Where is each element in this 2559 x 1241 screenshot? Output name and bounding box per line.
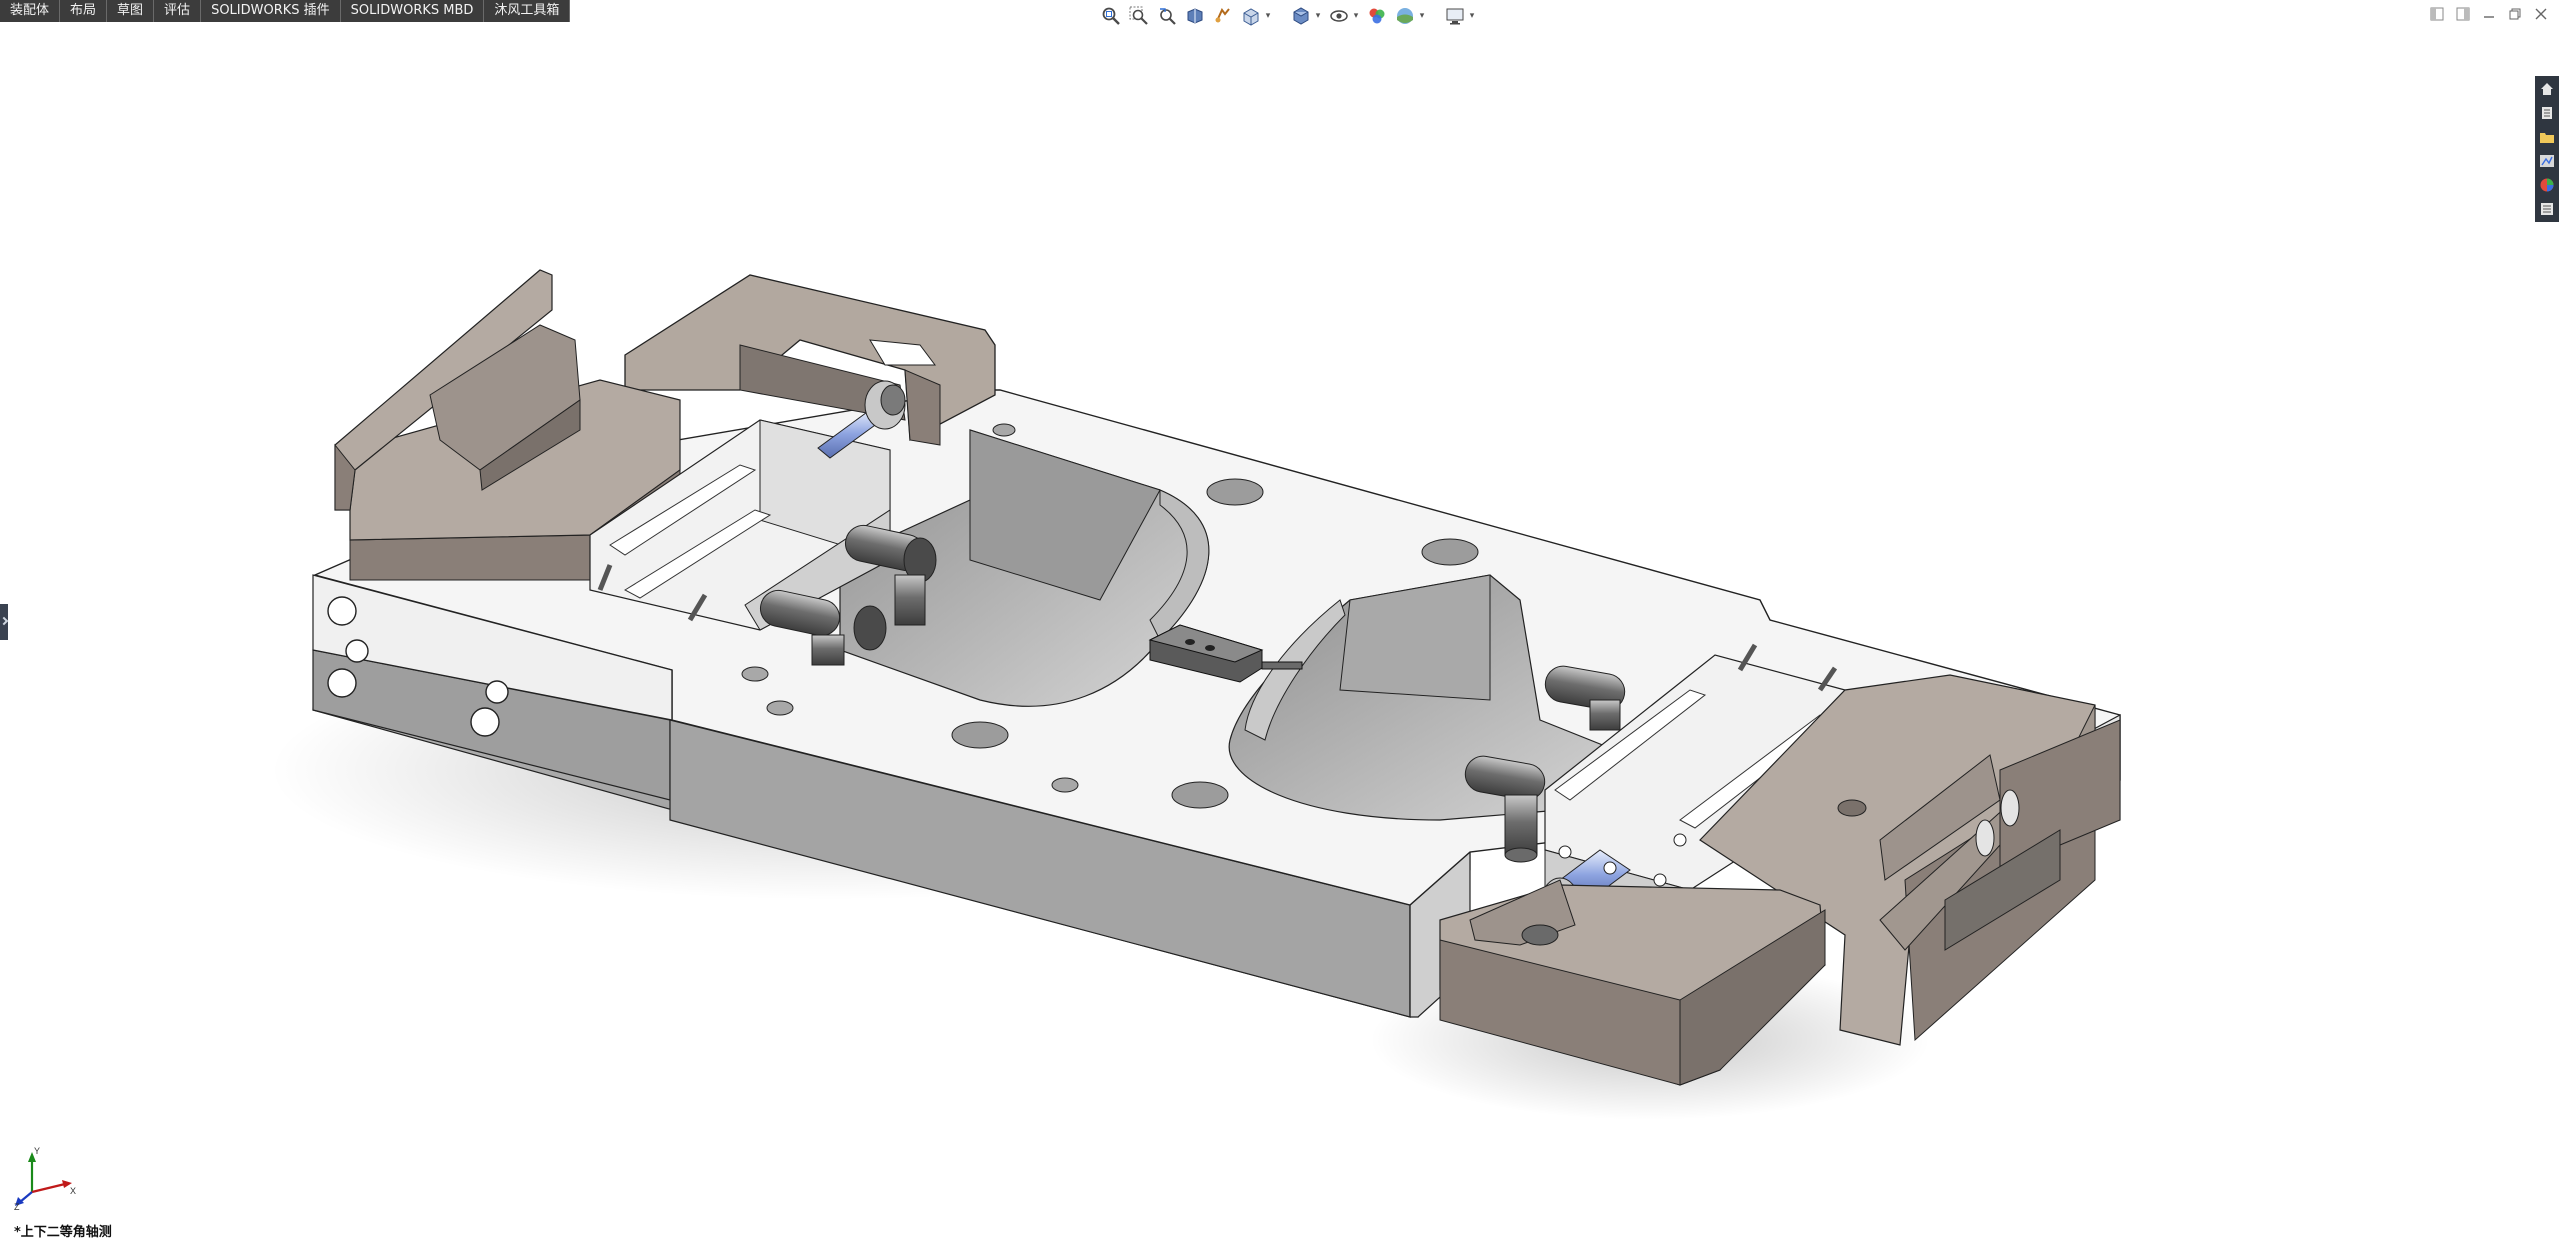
hole (992, 423, 1016, 437)
hole (951, 721, 1009, 749)
view-settings-icon[interactable] (1444, 5, 1466, 27)
triad-y-label: Y (34, 1146, 40, 1156)
reference-triad: Y X Z (10, 1140, 80, 1212)
view-orientation-caret-icon[interactable]: ▾ (1264, 11, 1272, 21)
tab-solidworks-addins[interactable]: SOLIDWORKS 插件 (201, 0, 341, 22)
hole (1206, 478, 1264, 506)
solidworks-window: 装配体 布局 草图 评估 SOLIDWORKS 插件 SOLIDWORKS MB… (0, 0, 2559, 1241)
close-icon[interactable] (2531, 4, 2551, 24)
hole (766, 700, 794, 716)
tab-solidworks-mbd[interactable]: SOLIDWORKS MBD (341, 0, 485, 22)
zoom-to-area-icon[interactable] (1128, 5, 1150, 27)
view-settings-caret-icon[interactable]: ▾ (1468, 11, 1476, 21)
graphics-area[interactable] (0, 26, 2559, 1206)
dynamic-annotation-views-icon[interactable] (1212, 5, 1234, 27)
assembly-model (270, 269, 2121, 1120)
tab-evaluate[interactable]: 评估 (154, 0, 202, 22)
view-orientation-label: *上下二等角轴测 (14, 1225, 112, 1240)
hole (1171, 781, 1229, 809)
apply-scene-icon[interactable] (1394, 5, 1416, 27)
apply-scene-caret-icon[interactable]: ▾ (1418, 11, 1426, 21)
tab-mufeng-toolbox[interactable]: 沐风工具箱 (484, 0, 571, 22)
display-style-caret-icon[interactable]: ▾ (1314, 11, 1322, 21)
tab-layout[interactable]: 布局 (60, 0, 108, 22)
command-manager-tabs: 装配体 布局 草图 评估 SOLIDWORKS 插件 SOLIDWORKS MB… (0, 0, 571, 22)
triad-x-label: X (70, 1186, 76, 1196)
tile-right-icon[interactable] (2453, 4, 2473, 24)
display-style-icon[interactable] (1290, 5, 1312, 27)
view-orientation-icon[interactable] (1240, 5, 1262, 27)
triad-z-label: Z (14, 1202, 20, 1210)
hide-show-caret-icon[interactable]: ▾ (1352, 11, 1360, 21)
tab-sketch[interactable]: 草图 (107, 0, 155, 22)
hole (1051, 777, 1079, 793)
tile-left-icon[interactable] (2427, 4, 2447, 24)
minimize-icon[interactable] (2479, 4, 2499, 24)
section-view-icon[interactable] (1184, 5, 1206, 27)
hole (741, 666, 769, 682)
edit-appearance-icon[interactable] (1366, 5, 1388, 27)
previous-view-icon[interactable] (1156, 5, 1178, 27)
zoom-to-fit-icon[interactable] (1100, 5, 1122, 27)
restore-icon[interactable] (2505, 4, 2525, 24)
tab-assembly[interactable]: 装配体 (0, 0, 61, 22)
hide-show-items-icon[interactable] (1328, 5, 1350, 27)
hole (1421, 538, 1479, 566)
window-controls (2427, 4, 2551, 24)
